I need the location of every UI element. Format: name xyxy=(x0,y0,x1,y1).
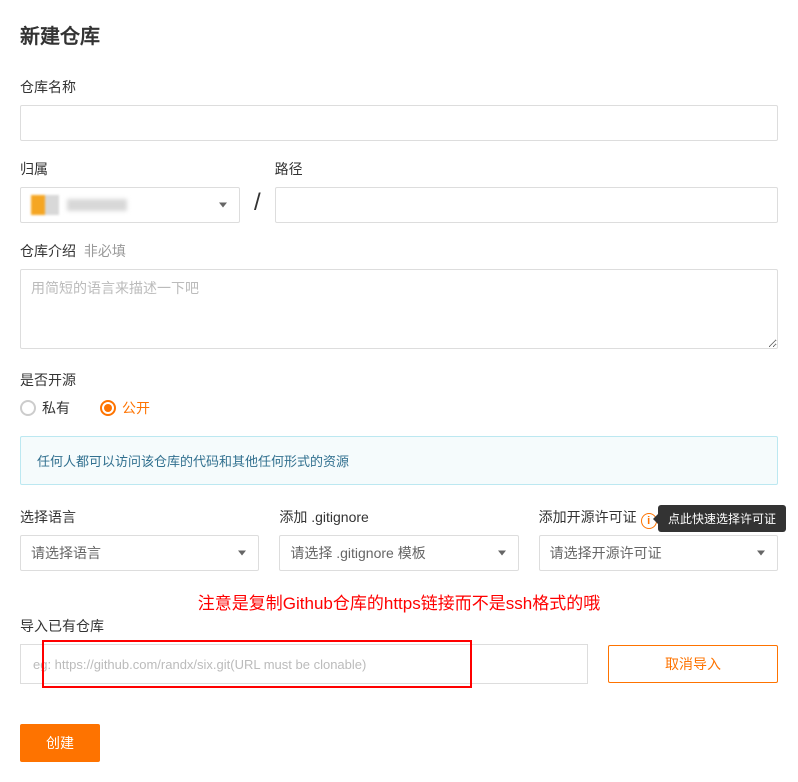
radio-private-circle xyxy=(20,400,36,416)
owner-field: 归属 xyxy=(20,159,240,223)
owner-select[interactable] xyxy=(20,187,240,223)
visibility-info-box: 任何人都可以访问该仓库的代码和其他任何形式的资源 xyxy=(20,436,778,485)
cancel-import-button[interactable]: 取消导入 xyxy=(608,645,778,683)
page-title: 新建仓库 xyxy=(20,20,778,49)
import-field: 导入已有仓库 取消导入 xyxy=(20,616,778,684)
visibility-label: 是否开源 xyxy=(20,370,778,390)
import-label: 导入已有仓库 xyxy=(20,616,778,636)
owner-path-row: 归属 / 路径 xyxy=(20,159,778,223)
path-input[interactable] xyxy=(275,187,778,223)
repo-name-label: 仓库名称 xyxy=(20,77,778,97)
visibility-field: 是否开源 私有 公开 xyxy=(20,370,778,418)
description-field: 仓库介绍 非必填 xyxy=(20,241,778,352)
repo-name-field: 仓库名称 xyxy=(20,77,778,141)
radio-public[interactable]: 公开 xyxy=(100,398,150,418)
path-field: 路径 xyxy=(275,159,778,223)
import-row: 取消导入 xyxy=(20,644,778,684)
description-label: 仓库介绍 非必填 xyxy=(20,241,778,261)
license-field: 添加开源许可证 i 点此快速选择许可证 请选择开源许可证 xyxy=(539,507,778,571)
license-select[interactable]: 请选择开源许可证 xyxy=(539,535,778,571)
radio-public-label: 公开 xyxy=(122,398,150,418)
radio-public-circle xyxy=(100,400,116,416)
description-optional: 非必填 xyxy=(84,243,126,259)
repo-name-input[interactable] xyxy=(20,105,778,141)
path-separator: / xyxy=(254,189,261,223)
radio-private-label: 私有 xyxy=(42,398,70,418)
visibility-radio-group: 私有 公开 xyxy=(20,398,778,418)
gitignore-label: 添加 .gitignore xyxy=(279,507,518,527)
description-input[interactable] xyxy=(20,269,778,349)
owner-name-blurred xyxy=(67,199,127,211)
language-label: 选择语言 xyxy=(20,507,259,527)
description-label-text: 仓库介绍 xyxy=(20,243,76,259)
path-label: 路径 xyxy=(275,159,778,179)
gitignore-select[interactable]: 请选择 .gitignore 模板 xyxy=(279,535,518,571)
radio-private[interactable]: 私有 xyxy=(20,398,70,418)
owner-avatar xyxy=(31,195,59,215)
license-tooltip: 点此快速选择许可证 xyxy=(658,505,786,532)
language-field: 选择语言 请选择语言 xyxy=(20,507,259,571)
language-select[interactable]: 请选择语言 xyxy=(20,535,259,571)
annotation-text: 注意是复制Github仓库的https链接而不是ssh格式的哦 xyxy=(20,589,778,614)
license-label: 添加开源许可证 xyxy=(539,507,637,527)
owner-label: 归属 xyxy=(20,159,240,179)
create-button[interactable]: 创建 xyxy=(20,724,100,762)
options-row: 选择语言 请选择语言 添加 .gitignore 请选择 .gitignore … xyxy=(20,507,778,571)
import-url-input[interactable] xyxy=(20,644,588,684)
gitignore-field: 添加 .gitignore 请选择 .gitignore 模板 xyxy=(279,507,518,571)
